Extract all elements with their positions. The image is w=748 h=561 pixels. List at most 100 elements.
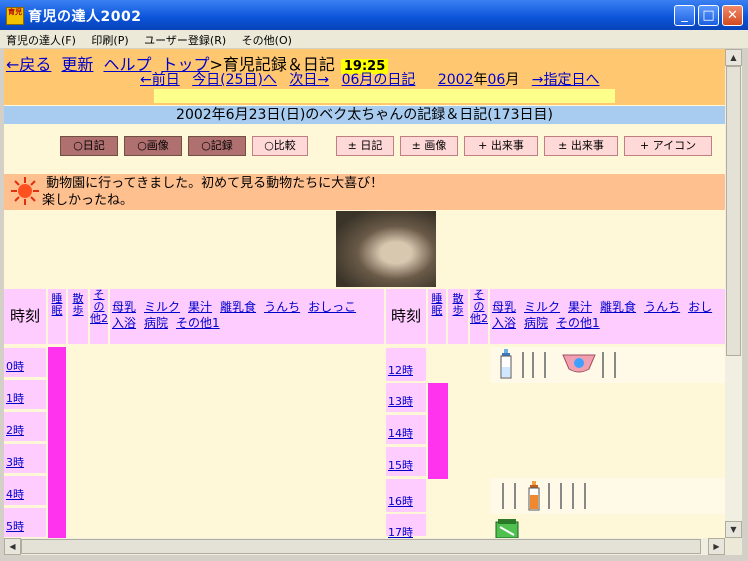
hour-cell[interactable]: 16時 (386, 479, 426, 514)
other2-header-link[interactable]: その他2 (90, 289, 108, 325)
sun-icon (11, 177, 39, 205)
specified-day-link[interactable]: →指定日へ (532, 72, 600, 88)
link-breastmilk-right[interactable]: 母乳 (492, 300, 516, 314)
refresh-link[interactable]: 更新 (61, 55, 93, 74)
diaper-icon[interactable] (562, 353, 596, 373)
link-babyfood[interactable]: 離乳食 (220, 300, 256, 314)
sleep-header-right[interactable]: 睡眠 (428, 289, 446, 344)
hour-link-1[interactable]: 1時 (6, 392, 24, 405)
next-day-link[interactable]: 次日→ (289, 72, 329, 88)
hour-cell[interactable]: 0時 (4, 348, 46, 379)
hour-link-0[interactable]: 0時 (6, 360, 24, 373)
link-bath-right[interactable]: 入浴 (492, 316, 516, 330)
scroll-down-icon[interactable]: ▼ (725, 521, 742, 538)
hour-cell[interactable]: 2時 (4, 412, 46, 443)
link-pee[interactable]: おしっこ (308, 300, 356, 314)
add-icon-button[interactable]: + アイコン (624, 136, 712, 156)
year-link[interactable]: 2002 (438, 72, 474, 88)
diary-photo[interactable] (336, 211, 436, 287)
sleep-header-link[interactable]: 睡眠 (48, 293, 66, 317)
link-other1[interactable]: その他1 (176, 316, 220, 330)
hour-link-17[interactable]: 17時 (388, 526, 413, 538)
vertical-scrollbar[interactable]: ▲ ▼ (725, 49, 742, 538)
close-button[interactable]: ✕ (722, 5, 743, 26)
hour-link-2[interactable]: 2時 (6, 424, 24, 437)
hour-cell[interactable]: 17時 (386, 514, 426, 538)
other2-header[interactable]: その他2 (90, 289, 108, 344)
babyfood-icon[interactable] (494, 519, 520, 538)
menu-other[interactable]: その他(O) (236, 30, 298, 48)
maximize-button[interactable]: □ (698, 5, 719, 26)
prev-day-link[interactable]: ←前日 (140, 72, 180, 88)
sleep-bar-right[interactable] (428, 383, 448, 479)
link-breastmilk[interactable]: 母乳 (112, 300, 136, 314)
edit-image-button[interactable]: ± 画像 (400, 136, 458, 156)
link-hospital[interactable]: 病院 (144, 316, 168, 330)
minimize-button[interactable]: _ (674, 5, 695, 26)
link-poop[interactable]: うんち (264, 300, 300, 314)
hour-link-4[interactable]: 4時 (6, 488, 24, 501)
hour-link-13[interactable]: 13時 (388, 395, 413, 408)
edit-event-button[interactable]: ± 出来事 (544, 136, 618, 156)
other2-header-right-link[interactable]: その他2 (470, 289, 488, 325)
hour-cell[interactable]: 4時 (4, 476, 46, 507)
sleep-header[interactable]: 睡眠 (48, 289, 66, 344)
edit-diary-button[interactable]: ± 日記 (336, 136, 394, 156)
sleep-header-right-link[interactable]: 睡眠 (428, 293, 446, 317)
link-poop-right[interactable]: うんち (644, 300, 680, 314)
walk-header-link[interactable]: 散歩 (68, 293, 88, 317)
view-compare-button[interactable]: ○比較 (252, 136, 308, 156)
horizontal-scroll-thumb[interactable] (21, 539, 701, 554)
link-other1-right[interactable]: その他1 (556, 316, 600, 330)
hour-link-5[interactable]: 5時 (6, 520, 24, 533)
hour-link-15[interactable]: 15時 (388, 459, 413, 472)
separator (614, 352, 616, 378)
add-event-button[interactable]: + 出来事 (464, 136, 538, 156)
sleep-bar[interactable] (48, 347, 66, 538)
hour-cell[interactable]: 14時 (386, 415, 426, 446)
hour-cell[interactable]: 15時 (386, 447, 426, 478)
link-bath[interactable]: 入浴 (112, 316, 136, 330)
hour-cell[interactable]: 12時 (386, 348, 426, 383)
back-link[interactable]: ←戻る (6, 55, 51, 74)
nav-band: ←戻る 更新 ヘルプ トップ>育児記録＆日記 19:25 ←前日 今日(25日)へ 次日… (4, 49, 725, 105)
milk-bottle-icon[interactable] (528, 481, 540, 511)
date-nav: ←前日 今日(25日)へ 次日→ 06月の日記 2002年06月 →指定日へ (140, 69, 608, 89)
hour-link-14[interactable]: 14時 (388, 427, 413, 440)
walk-header-right[interactable]: 散歩 (448, 289, 468, 344)
link-milk-right[interactable]: ミルク (524, 300, 560, 314)
today-link[interactable]: 今日(25日)へ (192, 72, 277, 88)
hour-link-16[interactable]: 16時 (388, 495, 413, 508)
hour-link-12[interactable]: 12時 (388, 364, 413, 377)
link-juice[interactable]: 果汁 (188, 300, 212, 314)
scroll-left-icon[interactable]: ◀ (4, 538, 21, 555)
view-image-button[interactable]: ○画像 (124, 136, 182, 156)
menu-file[interactable]: 育児の達人(F) (0, 30, 82, 48)
scroll-right-icon[interactable]: ▶ (708, 538, 725, 555)
vertical-scroll-thumb[interactable] (726, 66, 741, 356)
month-link[interactable]: 06 (488, 72, 506, 88)
horizontal-scrollbar[interactable]: ◀ ▶ (4, 538, 725, 555)
link-hospital-right[interactable]: 病院 (524, 316, 548, 330)
link-milk[interactable]: ミルク (144, 300, 180, 314)
walk-header[interactable]: 散歩 (68, 289, 88, 344)
view-diary-button[interactable]: ○日記 (60, 136, 118, 156)
menu-register[interactable]: ユーザー登録(R) (138, 30, 232, 48)
scroll-up-icon[interactable]: ▲ (725, 49, 742, 66)
month-diary-link[interactable]: 06月の日記 (342, 72, 416, 88)
baby-bottle-icon[interactable] (500, 349, 512, 379)
hour-link-3[interactable]: 3時 (6, 456, 24, 469)
separator (602, 352, 604, 378)
hour-cell[interactable]: 5時 (4, 508, 46, 538)
hour-cell[interactable]: 3時 (4, 444, 46, 475)
view-record-button[interactable]: ○記録 (188, 136, 246, 156)
link-pee-right[interactable]: おし (688, 300, 712, 314)
hour-cell[interactable]: 1時 (4, 380, 46, 411)
app-icon[interactable]: 育児 (6, 7, 24, 25)
hour-cell[interactable]: 13時 (386, 383, 426, 414)
walk-header-right-link[interactable]: 散歩 (448, 293, 468, 317)
menu-print[interactable]: 印刷(P) (85, 30, 134, 48)
link-babyfood-right[interactable]: 離乳食 (600, 300, 636, 314)
link-juice-right[interactable]: 果汁 (568, 300, 592, 314)
other2-header-right[interactable]: その他2 (470, 289, 488, 344)
